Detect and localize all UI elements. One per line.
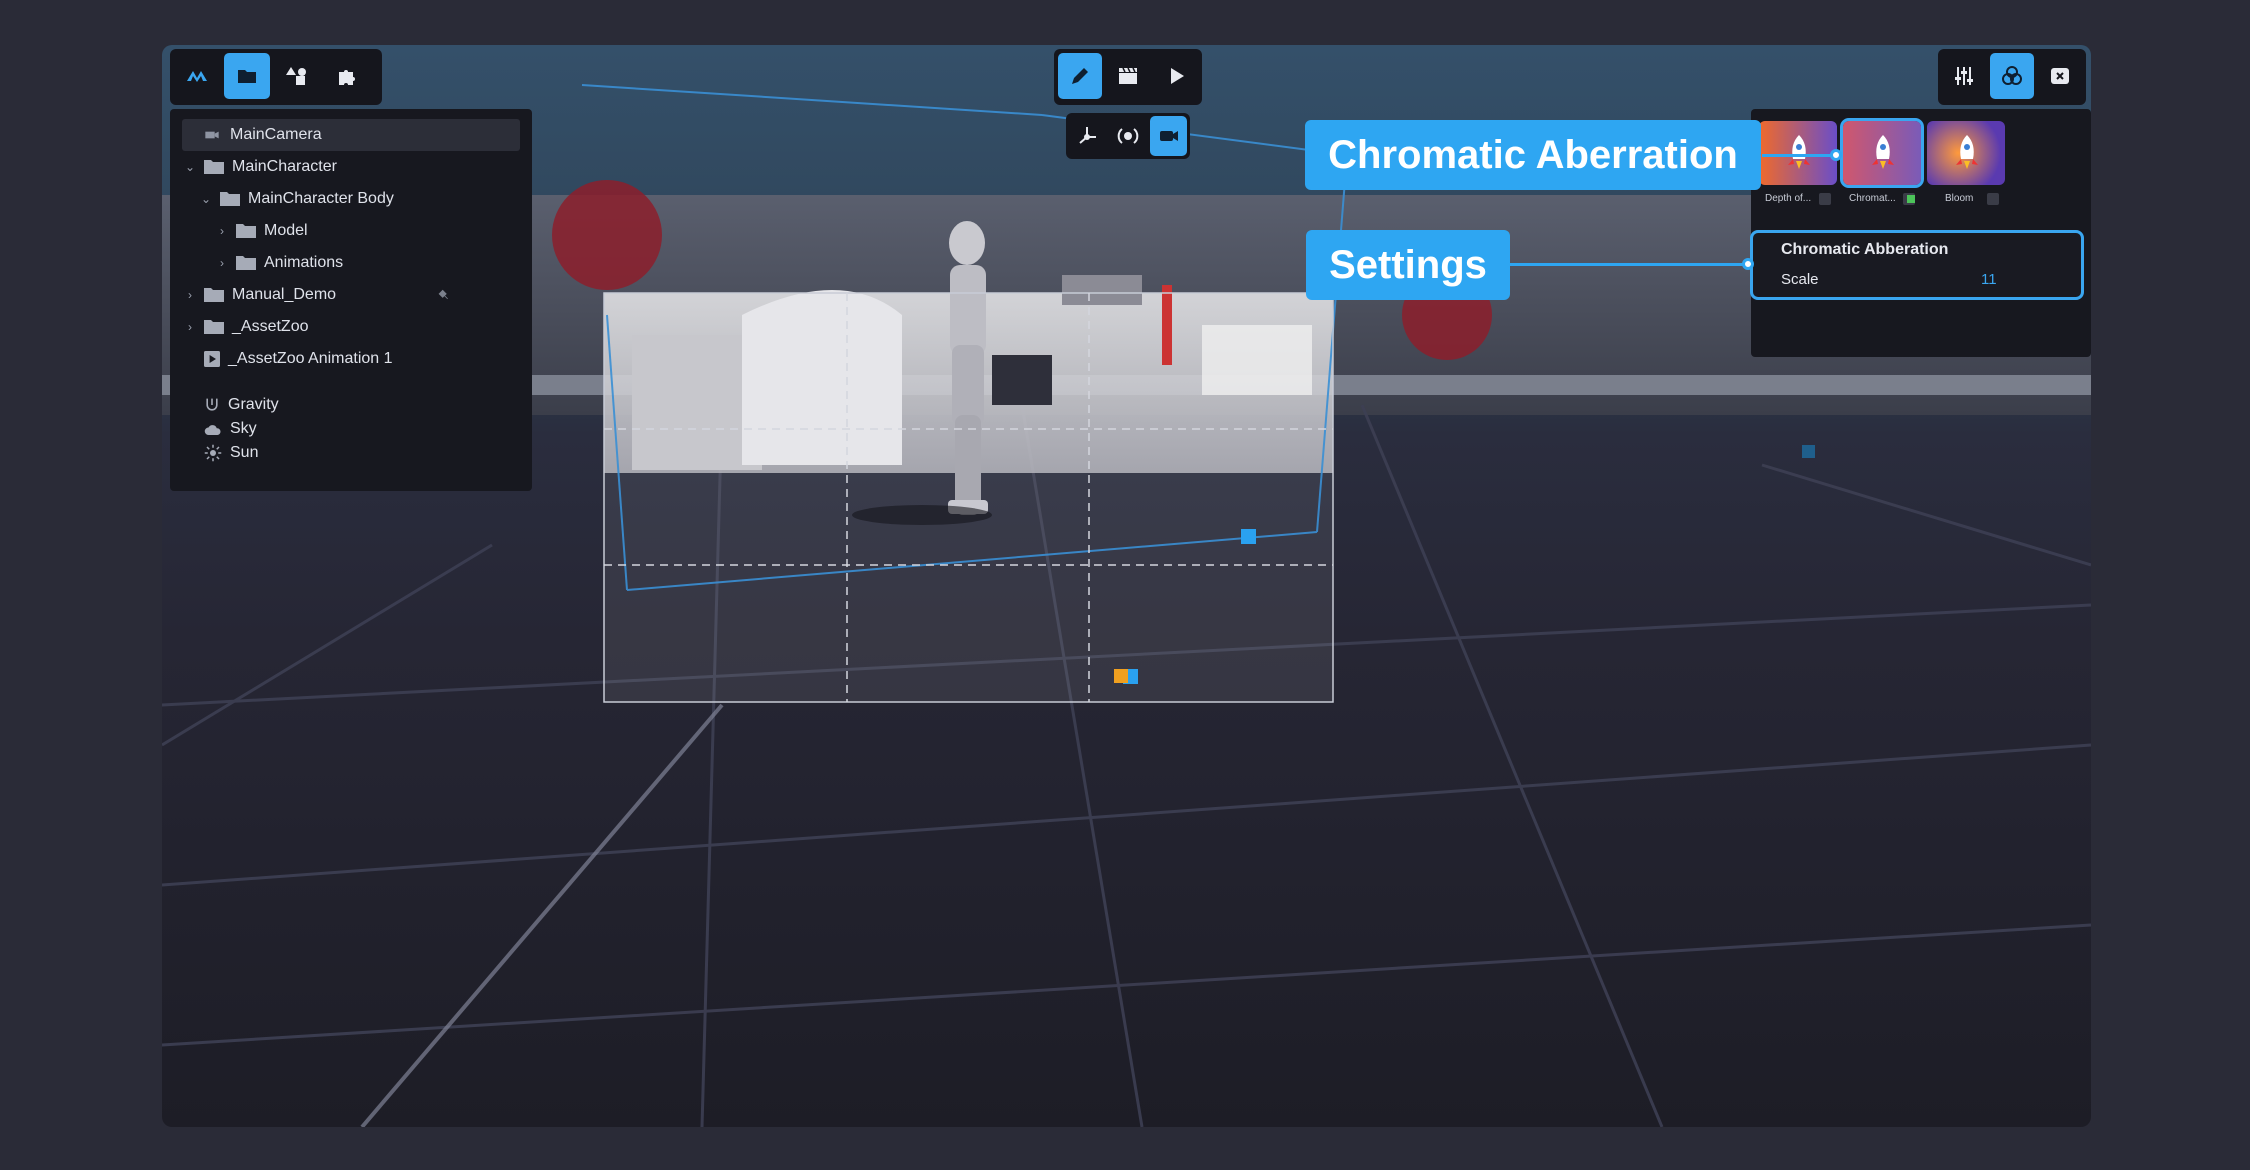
callout-connector — [1510, 263, 1748, 266]
scale-label: Scale — [1781, 271, 1819, 288]
hierarchy-label: _AssetZoo — [232, 318, 309, 335]
editor-window: MainCamera ⌄ MainCharacter ⌄ MainCharact… — [162, 45, 2091, 1127]
pin-icon[interactable] — [438, 288, 452, 302]
color-circles-icon[interactable] — [1990, 53, 2034, 99]
environment-item[interactable]: Sky — [182, 417, 520, 441]
tree — [552, 180, 662, 290]
hierarchy-label: MainCharacter — [232, 158, 337, 175]
callout-dot — [1830, 149, 1842, 161]
sun-icon — [204, 444, 222, 462]
folder-icon — [236, 224, 256, 238]
sliders-icon[interactable] — [1942, 53, 1986, 99]
hierarchy-label: Animations — [264, 254, 344, 271]
camera-icon[interactable] — [1150, 116, 1188, 156]
play-icon[interactable] — [1154, 53, 1198, 99]
hierarchy-item[interactable]: › Animations — [182, 247, 520, 279]
environment-label: Sun — [230, 444, 259, 461]
main-toolbar — [170, 49, 382, 105]
settings-title: Chromatic Abberation — [1781, 241, 1949, 258]
folder-icon[interactable] — [224, 53, 270, 99]
callout-settings: Settings — [1306, 230, 1510, 300]
hierarchy-label: Manual_Demo — [232, 286, 337, 303]
puzzle-icon[interactable] — [324, 53, 370, 99]
orbit-icon[interactable] — [1110, 116, 1147, 156]
cloud-icon — [204, 425, 221, 435]
callout-chromatic-aberration: Chromatic Aberration — [1305, 120, 1761, 190]
camera-icon — [205, 131, 219, 139]
environment-item[interactable]: Gravity — [182, 393, 520, 417]
environment-item[interactable]: Sun — [182, 441, 520, 465]
transform-icon[interactable] — [1069, 116, 1106, 156]
shapes-icon[interactable] — [274, 53, 320, 99]
scale-value[interactable]: 11 — [1981, 271, 1997, 288]
hierarchy-item[interactable]: _AssetZoo Animation 1 — [182, 343, 520, 375]
chevron-right-icon[interactable]: › — [216, 224, 228, 238]
chevron-right-icon[interactable]: › — [184, 288, 196, 302]
film-icon — [204, 351, 220, 367]
mode-toolbar — [1054, 49, 1202, 105]
hierarchy-label: _AssetZoo Animation 1 — [228, 350, 393, 367]
hierarchy-panel: MainCamera ⌄ MainCharacter ⌄ MainCharact… — [170, 109, 532, 491]
gravity-icon — [206, 398, 218, 411]
callout-connector — [1762, 154, 1836, 157]
effect-toggle[interactable] — [1819, 193, 1831, 205]
folder-icon — [236, 256, 256, 270]
effect-settings-panel: Chromatic Abberation Scale 11 — [1750, 230, 2084, 300]
effect-thumb-depth-of-field[interactable] — [1759, 121, 1837, 185]
view-toolbar — [1066, 113, 1190, 159]
rocket-icon — [1872, 135, 1894, 169]
effect-label: Bloom — [1945, 193, 1974, 204]
effect-toggle[interactable] — [1987, 193, 1999, 205]
chevron-down-icon[interactable]: ⌄ — [200, 192, 212, 206]
callout-dot — [1742, 258, 1754, 270]
hierarchy-item[interactable]: › Model — [182, 215, 520, 247]
environment-label: Sky — [230, 420, 257, 437]
environment-label: Gravity — [228, 396, 279, 413]
hierarchy-label: Model — [264, 222, 308, 239]
chevron-right-icon[interactable]: › — [184, 320, 196, 334]
folder-icon — [204, 288, 224, 302]
clapperboard-icon[interactable] — [1106, 53, 1150, 99]
panel-toolbar — [1938, 49, 2086, 105]
chevron-right-icon[interactable]: › — [216, 256, 228, 270]
effect-thumb-chromatic[interactable] — [1840, 118, 1924, 188]
hierarchy-item[interactable]: MainCamera — [182, 119, 520, 151]
close-icon[interactable] — [2038, 53, 2082, 99]
folder-icon — [204, 320, 224, 334]
hierarchy-label: MainCharacter Body — [248, 190, 394, 207]
toggle-on-indicator — [1907, 195, 1915, 203]
effect-label: Depth of... — [1765, 193, 1812, 204]
effect-thumb-bloom[interactable] — [1927, 121, 2005, 185]
hierarchy-label: MainCamera — [230, 126, 322, 143]
hierarchy-item[interactable]: ⌄ MainCharacter Body — [182, 183, 520, 215]
rocket-icon — [1788, 135, 1810, 169]
pencil-icon[interactable] — [1058, 53, 1102, 99]
hierarchy-item[interactable]: › _AssetZoo — [182, 311, 520, 343]
rocket-icon — [1956, 135, 1978, 169]
hierarchy-item[interactable]: › Manual_Demo — [182, 279, 520, 311]
hierarchy-item[interactable]: ⌄ MainCharacter — [182, 151, 520, 183]
folder-icon — [220, 192, 240, 206]
chevron-down-icon[interactable]: ⌄ — [184, 160, 196, 174]
folder-icon — [204, 160, 224, 174]
effect-label: Chromat... — [1849, 193, 1896, 204]
effect-toggle[interactable] — [1903, 193, 1915, 205]
logo-icon[interactable] — [174, 53, 220, 99]
